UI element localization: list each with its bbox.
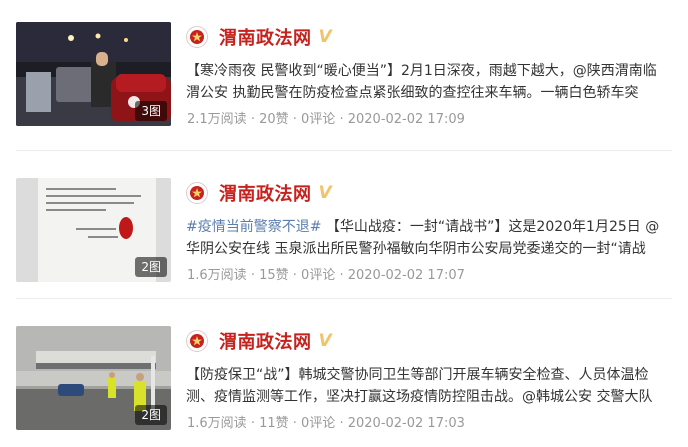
feed-thumbnail[interactable]: 3图: [16, 22, 171, 126]
post-meta: 1.6万阅读 · 11赞 · 0评论 · 2020-02-02 17:03: [187, 412, 465, 431]
comment-count[interactable]: 0评论: [301, 416, 335, 431]
feed-item[interactable]: 2图 渭南政法网 V 【防疫保卫“战”】韩城交警协同卫生等部门开展车辆安全检查、…: [0, 320, 688, 447]
post-meta: 2.1万阅读 · 20赞 · 0评论 · 2020-02-02 17:09: [187, 108, 465, 127]
meta-separator: ·: [288, 268, 302, 283]
feed-divider: [16, 298, 672, 299]
meta-separator: ·: [335, 112, 348, 127]
image-count-badge: 2图: [135, 405, 167, 425]
meta-separator: ·: [246, 416, 260, 431]
meta-separator: ·: [288, 112, 302, 127]
like-count[interactable]: 15赞: [259, 268, 289, 283]
account-avatar[interactable]: [186, 182, 208, 204]
meta-separator: ·: [288, 416, 302, 431]
verified-badge-icon: V: [318, 183, 332, 203]
verified-badge-icon: V: [318, 331, 332, 351]
image-count-badge: 2图: [135, 257, 167, 277]
emblem-icon: [190, 186, 204, 200]
account-header[interactable]: 渭南政法网 V: [186, 328, 332, 354]
image-count-badge: 3图: [135, 101, 167, 121]
account-header[interactable]: 渭南政法网 V: [186, 180, 332, 206]
feed-thumbnail[interactable]: 2图: [16, 178, 171, 282]
feed-thumbnail[interactable]: 2图: [16, 326, 171, 430]
post-text[interactable]: 【寒冷雨夜 民警收到“暖心便当”】2月1日深夜，雨越下越大，@陕西渭南临渭公安 …: [186, 60, 662, 100]
news-feed: 3图 渭南政法网 V 【寒冷雨夜 民警收到“暖心便当”】2月1日深夜，雨越下越大…: [0, 0, 688, 447]
feed-divider: [16, 150, 672, 151]
like-count[interactable]: 20赞: [259, 112, 289, 127]
post-time: 2020-02-02 17:09: [347, 112, 465, 127]
feed-item[interactable]: 3图 渭南政法网 V 【寒冷雨夜 民警收到“暖心便当”】2月1日深夜，雨越下越大…: [0, 16, 688, 146]
post-meta: 1.6万阅读 · 15赞 · 0评论 · 2020-02-02 17:07: [187, 264, 465, 283]
verified-badge-icon: V: [318, 27, 332, 47]
read-count: 1.6万阅读: [187, 268, 247, 283]
comment-count[interactable]: 0评论: [301, 268, 335, 283]
comment-count[interactable]: 0评论: [301, 112, 335, 127]
post-body: 【防疫保卫“战”】韩城交警协同卫生等部门开展车辆安全检查、人员体温检测、疫情监测…: [186, 367, 653, 404]
account-avatar[interactable]: [186, 26, 208, 48]
feed-item[interactable]: 2图 渭南政法网 V #疫情当前警察不退# 【华山战疫：一封“请战书”】这是20…: [0, 172, 688, 302]
account-name[interactable]: 渭南政法网: [219, 180, 312, 206]
post-text[interactable]: 【防疫保卫“战”】韩城交警协同卫生等部门开展车辆安全检查、人员体温检测、疫情监测…: [186, 364, 662, 404]
post-body: 【寒冷雨夜 民警收到“暖心便当”】2月1日深夜，雨越下越大，@陕西渭南临渭公安 …: [186, 63, 657, 100]
meta-separator: ·: [246, 268, 260, 283]
account-avatar[interactable]: [186, 330, 208, 352]
emblem-icon: [190, 334, 204, 348]
post-time: 2020-02-02 17:03: [347, 416, 465, 431]
meta-separator: ·: [335, 268, 348, 283]
post-text[interactable]: #疫情当前警察不退# 【华山战疫：一封“请战书”】这是2020年1月25日 @华…: [186, 216, 662, 256]
read-count: 1.6万阅读: [187, 416, 247, 431]
post-time: 2020-02-02 17:07: [347, 268, 465, 283]
emblem-icon: [190, 30, 204, 44]
read-count: 2.1万阅读: [187, 112, 247, 127]
account-header[interactable]: 渭南政法网 V: [186, 24, 332, 50]
hashtag-link[interactable]: #疫情当前警察不退#: [186, 219, 321, 235]
account-name[interactable]: 渭南政法网: [219, 328, 312, 354]
account-name[interactable]: 渭南政法网: [219, 24, 312, 50]
meta-separator: ·: [335, 416, 348, 431]
like-count[interactable]: 11赞: [259, 416, 289, 431]
meta-separator: ·: [246, 112, 260, 127]
